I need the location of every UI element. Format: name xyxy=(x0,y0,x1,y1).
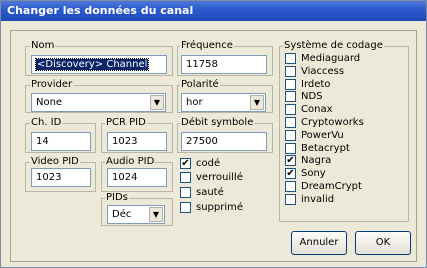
pcr-pid-label: PCR PID xyxy=(105,117,147,128)
ch-id-input[interactable]: 14 xyxy=(31,132,91,151)
systeme-item-sony[interactable]: ✔ Sony xyxy=(285,167,326,180)
systeme-item-label: Irdeto xyxy=(301,79,331,90)
checkbox-box xyxy=(285,130,296,141)
systeme-item-conax[interactable]: Conax xyxy=(285,103,332,116)
audio-pid-label: Audio PID xyxy=(105,156,156,167)
systeme-item-label: Sony xyxy=(301,168,326,179)
chevron-down-icon[interactable]: ▼ xyxy=(250,95,264,110)
systeme-item-label: Betacrypt xyxy=(301,143,350,154)
systeme-item-dreamcrypt[interactable]: DreamCrypt xyxy=(285,180,362,193)
checkbox-box xyxy=(285,117,296,128)
checkbox-box xyxy=(285,66,296,77)
systeme-item-label: Conax xyxy=(301,104,333,115)
polarite-label: Polarité xyxy=(180,79,220,90)
provider-value: None xyxy=(36,97,63,108)
checkbox-box xyxy=(285,181,296,192)
systeme-item-label: Viaccess xyxy=(301,66,345,77)
window-title: Changer les données du canal xyxy=(7,4,194,17)
check-icon: ✔ xyxy=(180,158,191,169)
ch-id-label: Ch. ID xyxy=(30,117,63,128)
checkbox-box xyxy=(180,172,191,183)
provider-select[interactable]: None ▼ xyxy=(31,93,166,112)
flag-verrouille-label: verrouillé xyxy=(196,172,243,183)
checkbox-box xyxy=(285,91,296,102)
systeme-label: Système de codage xyxy=(283,40,384,51)
checkbox-box xyxy=(285,53,296,64)
debit-input[interactable]: 27500 xyxy=(181,132,267,151)
nom-input[interactable]: <Discovery> Channel xyxy=(31,55,167,74)
frequence-input[interactable]: 11758 xyxy=(181,55,267,74)
systeme-item-label: Cryptoworks xyxy=(301,117,364,128)
nom-label: Nom xyxy=(30,40,56,51)
systeme-item-nagra[interactable]: ✔ Nagra xyxy=(285,154,331,167)
checkbox-box xyxy=(285,194,296,205)
checkbox-box xyxy=(285,79,296,90)
cancel-button[interactable]: Annuler xyxy=(291,231,347,255)
flag-supprime-label: supprimé xyxy=(196,202,244,213)
flag-code-label: codé xyxy=(196,158,221,169)
nom-input-value: <Discovery> Channel xyxy=(34,58,150,71)
systeme-item-label: PowerVu xyxy=(301,130,344,141)
frequence-label: Fréquence xyxy=(180,40,234,51)
polarite-select[interactable]: hor ▼ xyxy=(181,93,266,112)
check-icon: ✔ xyxy=(285,168,296,179)
debit-label: Débit symbole xyxy=(180,117,255,128)
pids-value: Déc xyxy=(112,209,132,220)
systeme-item-nds[interactable]: NDS xyxy=(285,90,323,103)
flag-supprime-checkbox[interactable]: supprimé xyxy=(180,201,243,214)
systeme-item-mediaguard[interactable]: Mediaguard xyxy=(285,52,360,65)
polarite-value: hor xyxy=(186,97,203,108)
systeme-item-powervu[interactable]: PowerVu xyxy=(285,129,344,142)
checkbox-box xyxy=(180,187,191,198)
systeme-item-label: Mediaguard xyxy=(301,53,361,64)
flag-verrouille-checkbox[interactable]: verrouillé xyxy=(180,171,243,184)
audio-pid-input[interactable]: 1024 xyxy=(107,168,167,187)
ok-button[interactable]: OK xyxy=(355,231,411,255)
checkbox-box xyxy=(285,104,296,115)
systeme-item-label: NDS xyxy=(301,91,323,102)
pcr-pid-input[interactable]: 1023 xyxy=(107,132,167,151)
checkbox-box xyxy=(285,143,296,154)
pids-label: PIDs xyxy=(105,192,129,203)
flag-saute-checkbox[interactable]: sauté xyxy=(180,186,224,199)
systeme-item-label: DreamCrypt xyxy=(301,181,362,192)
chevron-down-icon[interactable]: ▼ xyxy=(150,95,164,110)
dialog-window: Changer les données du canal Nom <Discov… xyxy=(0,0,427,268)
systeme-item-viaccess[interactable]: Viaccess xyxy=(285,65,344,78)
flag-saute-label: sauté xyxy=(196,187,224,198)
systeme-item-label: Nagra xyxy=(301,155,332,166)
chevron-down-icon[interactable]: ▼ xyxy=(149,207,163,222)
systeme-item-cryptoworks[interactable]: Cryptoworks xyxy=(285,116,364,129)
pids-select[interactable]: Déc ▼ xyxy=(107,205,165,224)
provider-label: Provider xyxy=(30,79,74,90)
title-bar[interactable]: Changer les données du canal xyxy=(1,1,426,21)
systeme-item-label: invalid xyxy=(301,194,335,205)
systeme-item-invalid[interactable]: invalid xyxy=(285,193,334,206)
check-icon: ✔ xyxy=(285,155,296,166)
video-pid-input[interactable]: 1023 xyxy=(31,168,91,187)
flag-code-checkbox[interactable]: ✔ codé xyxy=(180,157,220,170)
checkbox-box xyxy=(180,202,191,213)
video-pid-label: Video PID xyxy=(30,156,80,167)
